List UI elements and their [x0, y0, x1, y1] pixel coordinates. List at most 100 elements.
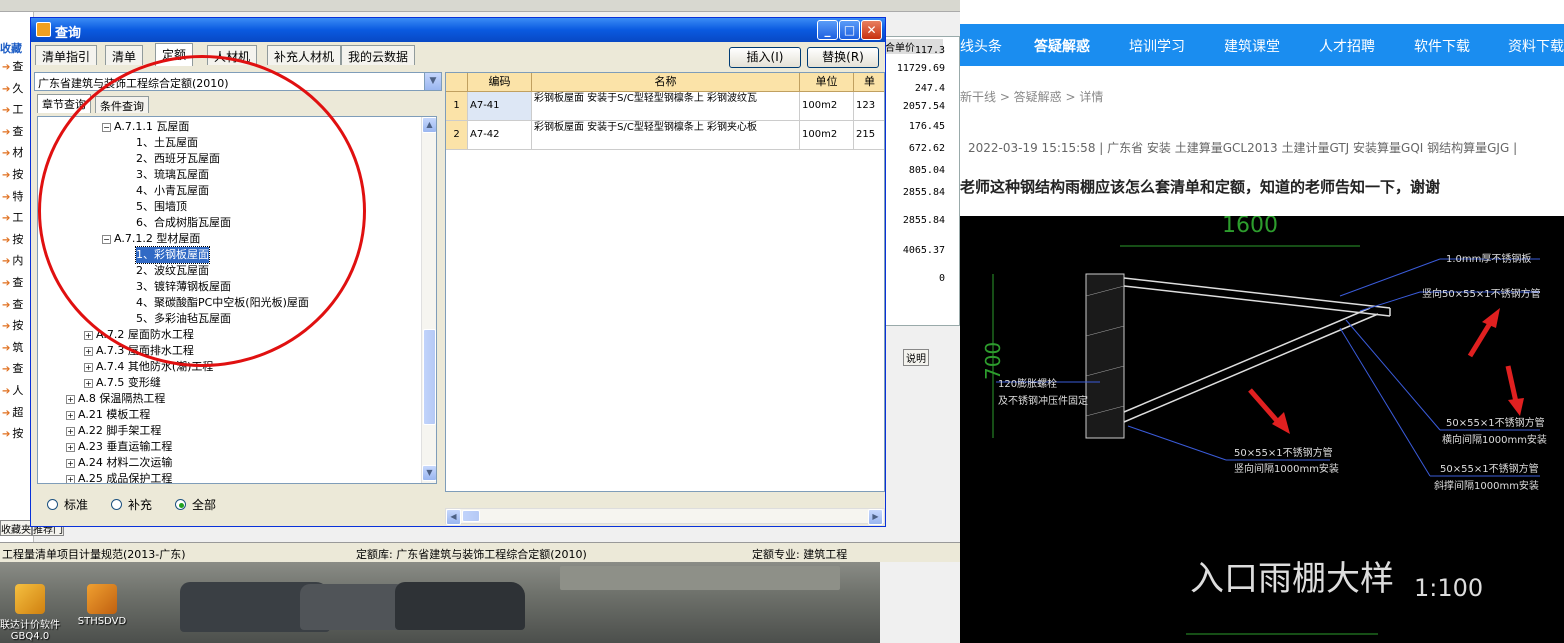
tree-node[interactable]: + A.7.5 变形缝: [84, 375, 161, 391]
nav-item[interactable]: 软件下载: [1414, 36, 1470, 56]
subtab-chapter-query[interactable]: 章节查询: [37, 94, 91, 113]
tab-bill-guide[interactable]: 清单指引: [35, 45, 98, 65]
desktop-icon-gbq[interactable]: 联达计价软件GBQ4.0: [0, 584, 60, 642]
background-bottom-tab: 收藏夹: [0, 520, 32, 536]
radio-all[interactable]: 全部: [175, 496, 216, 513]
desktop-icon-sthsdvd[interactable]: STHSDVD: [72, 584, 132, 627]
chevron-down-icon[interactable]: ▼: [422, 465, 436, 481]
expand-icon[interactable]: +: [66, 442, 75, 452]
grid-cell-name[interactable]: 彩钢板屋面 安装于S/C型轻型钢檩条上 彩钢波纹瓦: [532, 92, 800, 121]
scroll-thumb[interactable]: [423, 329, 436, 425]
tree-node[interactable]: 3、镀锌薄钢板屋面: [136, 279, 231, 295]
breadcrumb[interactable]: 新干线 > 答疑解惑 > 详情: [960, 88, 1103, 105]
tree-node[interactable]: + A.25 成品保护工程: [66, 471, 172, 483]
tree-node[interactable]: 6、合成树脂瓦屋面: [136, 215, 231, 231]
grid-cell-unit[interactable]: 100m2: [800, 121, 854, 150]
grid-cell-name[interactable]: 彩钢板屋面 安装于S/C型轻型钢檩条上 彩钢夹心板: [532, 121, 800, 150]
radio-standard[interactable]: 标准: [47, 496, 88, 513]
tree-vscrollbar[interactable]: ▲ ▼: [421, 117, 436, 483]
arrow-icon: ➔: [2, 234, 11, 246]
price-cell: 0: [938, 273, 945, 284]
tree-node[interactable]: 2、波纹瓦屋面: [136, 263, 209, 279]
tree-node[interactable]: + A.7.2 屋面防水工程: [84, 327, 194, 343]
price-cell: 2057.54: [902, 101, 945, 112]
arrow-icon: ➔: [2, 148, 11, 160]
browser-webpage: 线头条 答疑解惑 培训学习 建筑课堂 人才招聘 软件下载 资料下载 新干线 > …: [960, 0, 1564, 643]
grid-header-name[interactable]: 名称: [532, 73, 800, 92]
expand-icon[interactable]: +: [84, 378, 93, 388]
grid-header-code[interactable]: 编码: [468, 73, 532, 92]
tree-node[interactable]: + A.22 脚手架工程: [66, 423, 161, 439]
insert-button[interactable]: 插入(I): [729, 47, 801, 68]
tree-node[interactable]: + A.21 模板工程: [66, 407, 150, 423]
tree-node[interactable]: 4、小青瓦屋面: [136, 183, 209, 199]
expand-icon[interactable]: +: [84, 330, 93, 340]
tab-quota[interactable]: 定额: [155, 43, 194, 66]
top-toolbar: [0, 0, 960, 12]
site-nav: 线头条 答疑解惑 培训学习 建筑课堂 人才招聘 软件下载 资料下载: [960, 24, 1564, 66]
tree-node[interactable]: 1、土瓦屋面: [136, 135, 198, 151]
chevron-left-icon[interactable]: ◀: [446, 509, 461, 525]
expand-icon[interactable]: +: [66, 458, 75, 468]
dialog-titlebar[interactable]: 查询 _ □ ✕: [31, 18, 885, 42]
tree-node[interactable]: 4、聚碳酸酯PC中空板(阳光板)屋面: [136, 295, 309, 311]
grid-cell-no[interactable]: 2: [446, 121, 468, 150]
tree-node[interactable]: − A.7.1.1 瓦屋面: [102, 119, 189, 135]
tree-node[interactable]: + A.24 材料二次运输: [66, 455, 172, 471]
grid-hscrollbar[interactable]: ◀ ▶: [445, 508, 885, 525]
grid-cell-unit[interactable]: 100m2: [800, 92, 854, 121]
collapse-icon[interactable]: −: [102, 234, 111, 244]
tab-supplement-materials[interactable]: 补充人材机: [267, 45, 342, 65]
radio-supplement[interactable]: 补充: [111, 496, 152, 513]
tree-node[interactable]: + A.23 垂直运输工程: [66, 439, 172, 455]
tree-node[interactable]: 2、西班牙瓦屋面: [136, 151, 220, 167]
grid-cell-price[interactable]: 215: [854, 121, 884, 150]
tree-node[interactable]: + A.7.3 屋面排水工程: [84, 343, 194, 359]
collapse-icon[interactable]: −: [102, 122, 111, 132]
tree-node[interactable]: 3、琉璃瓦屋面: [136, 167, 209, 183]
side-note-tab[interactable]: 说明: [903, 349, 929, 366]
scroll-thumb[interactable]: [462, 510, 480, 522]
expand-icon[interactable]: +: [84, 362, 93, 372]
arrow-icon: ➔: [2, 364, 11, 376]
grid-header-unit[interactable]: 单位: [800, 73, 854, 92]
tab-bill[interactable]: 清单: [105, 45, 144, 65]
replace-button[interactable]: 替换(R): [807, 47, 879, 68]
grid-cell-code[interactable]: A7-41: [468, 92, 532, 121]
tree-node[interactable]: + A.8 保温隔热工程: [66, 391, 165, 407]
tree-node[interactable]: + A.7.4 其他防水(潮)工程: [84, 359, 213, 375]
chevron-down-icon[interactable]: ▼: [424, 73, 441, 90]
expand-icon[interactable]: +: [66, 394, 75, 404]
expand-icon[interactable]: +: [66, 474, 75, 483]
grid-header-price[interactable]: 单: [854, 73, 884, 92]
subtab-condition-query[interactable]: 条件查询: [95, 96, 149, 113]
nav-item[interactable]: 建筑课堂: [1224, 36, 1280, 56]
tree-node[interactable]: 5、多彩油毡瓦屋面: [136, 311, 231, 327]
chevron-up-icon[interactable]: ▲: [422, 117, 436, 133]
minimize-button[interactable]: _: [817, 20, 838, 40]
expand-icon[interactable]: +: [84, 346, 93, 356]
tree-node[interactable]: 5、围墙顶: [136, 199, 187, 215]
close-button[interactable]: ✕: [861, 20, 882, 40]
grid-cell-no[interactable]: 1: [446, 92, 468, 121]
maximize-button[interactable]: □: [839, 20, 860, 40]
tree-node[interactable]: 1、彩钢板屋面: [135, 246, 210, 264]
red-arrow-icon: [1505, 365, 1524, 416]
grid-cell-code[interactable]: A7-42: [468, 121, 532, 150]
tab-cloud-data[interactable]: 我的云数据: [341, 45, 416, 65]
cad-label: 120膨胀螺栓: [998, 377, 1057, 390]
tab-materials[interactable]: 人材机: [207, 45, 258, 65]
nav-item[interactable]: 线头条: [960, 36, 1002, 56]
nav-item-qa[interactable]: 答疑解惑: [1034, 36, 1090, 56]
cad-label: 斜撑间隔1000mm安装: [1434, 479, 1539, 492]
quota-library-select[interactable]: 广东省建筑与装饰工程综合定额(2010) ▼: [34, 72, 442, 91]
nav-item[interactable]: 资料下载: [1508, 36, 1564, 56]
nav-item[interactable]: 人才招聘: [1319, 36, 1375, 56]
chevron-right-icon[interactable]: ▶: [868, 509, 883, 525]
expand-icon[interactable]: +: [66, 426, 75, 436]
nav-item[interactable]: 培训学习: [1129, 36, 1185, 56]
tree-node[interactable]: − A.7.1.2 型材屋面: [102, 231, 200, 247]
expand-icon[interactable]: +: [66, 410, 75, 420]
desktop-wallpaper: 联达计价软件GBQ4.0 STHSDVD: [0, 562, 880, 643]
grid-cell-price[interactable]: 123: [854, 92, 884, 121]
